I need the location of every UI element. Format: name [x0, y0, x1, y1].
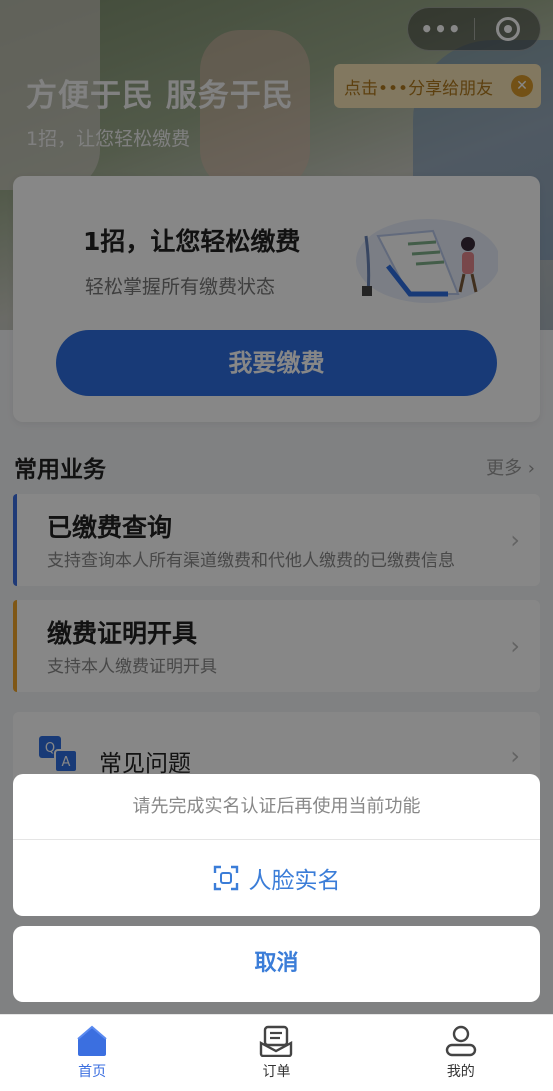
- tab-bar: 首页 订单 我的: [0, 1014, 553, 1091]
- tab-order[interactable]: 订单: [184, 1015, 368, 1091]
- cancel-button[interactable]: 取消: [13, 926, 540, 1002]
- face-scan-icon: [213, 865, 238, 891]
- user-icon: [445, 1025, 477, 1057]
- action-sheet-message: 请先完成实名认证后再使用当前功能: [13, 774, 540, 840]
- tab-home[interactable]: 首页: [0, 1015, 184, 1091]
- order-icon: [260, 1025, 293, 1057]
- tab-label: 首页: [78, 1064, 107, 1080]
- tab-label: 订单: [262, 1064, 291, 1080]
- face-verify-label: 人脸实名: [248, 868, 341, 894]
- tab-label: 我的: [446, 1064, 475, 1080]
- face-verify-button[interactable]: 人脸实名: [13, 840, 540, 916]
- tab-mine[interactable]: 我的: [369, 1015, 553, 1091]
- home-icon: [77, 1025, 107, 1056]
- action-sheet: 请先完成实名认证后再使用当前功能 人脸实名: [13, 774, 540, 916]
